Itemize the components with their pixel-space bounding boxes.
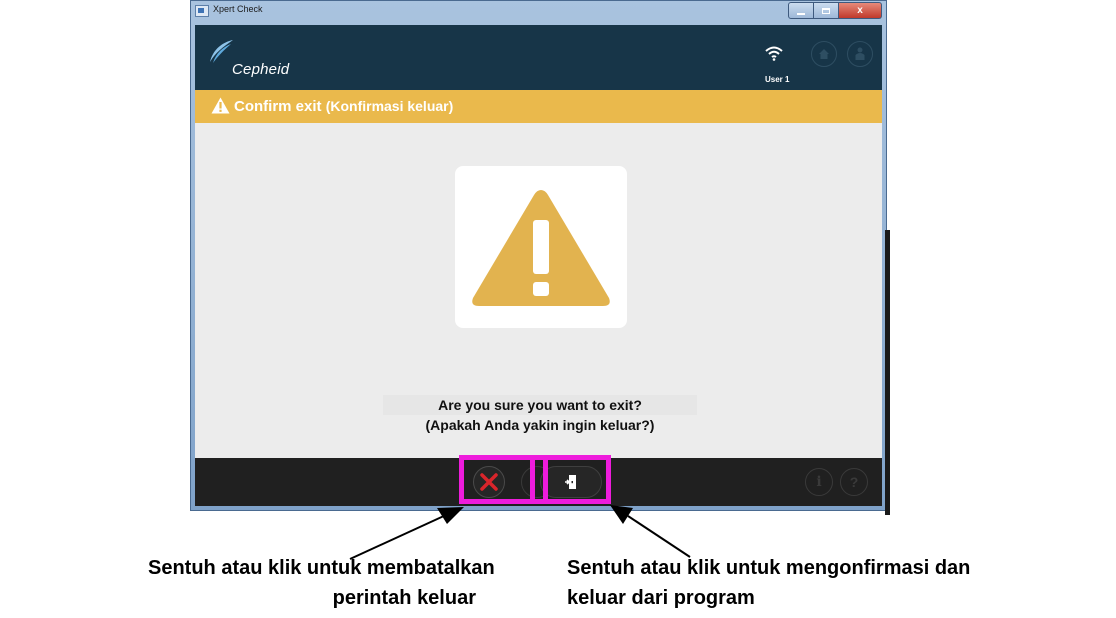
cancel-annotation-line-2: perintah keluar	[332, 587, 476, 609]
confirm-arrow-head	[610, 505, 633, 524]
cancel-annotation: Sentuh atau klik untuk membatalkan perin…	[148, 553, 495, 613]
confirm-annotation: Sentuh atau klik untuk mengonfirmasi dan…	[567, 553, 970, 613]
confirm-annotation-line-2: keluar dari program	[567, 587, 755, 609]
annotation-arrows	[349, 505, 691, 560]
cancel-annotation-line-1: Sentuh atau klik untuk membatalkan	[148, 557, 495, 579]
confirm-arrow-line	[627, 515, 691, 558]
confirm-annotation-line-1: Sentuh atau klik untuk mengonfirmasi dan	[567, 557, 971, 579]
cancel-arrow-head	[437, 507, 464, 524]
